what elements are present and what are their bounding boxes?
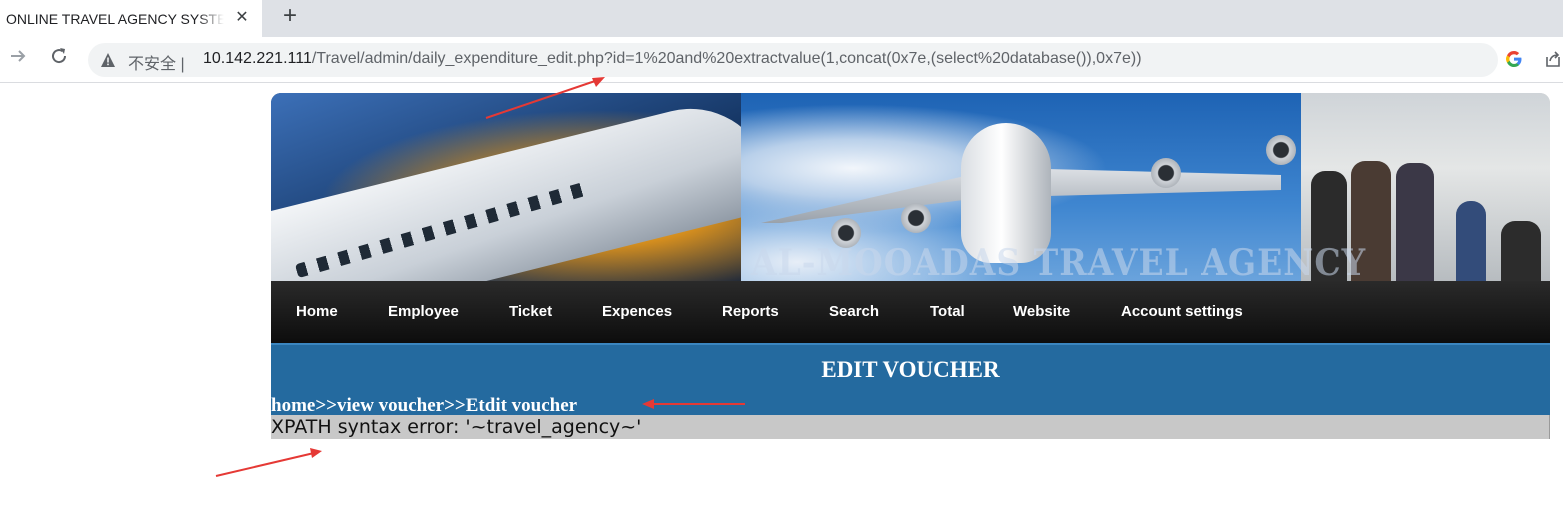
warning-icon[interactable] [100, 52, 116, 68]
nav-search[interactable]: Search [829, 303, 879, 320]
nav-account-settings[interactable]: Account settings [1121, 303, 1243, 320]
url-text[interactable]: 10.142.221.111/Travel/admin/daily_expend… [203, 50, 1142, 68]
heading-band: EDIT VOUCHER home>>view voucher>>Etdit v… [271, 343, 1550, 417]
nav-expences[interactable]: Expences [602, 303, 672, 320]
arrow-right-icon[interactable] [5, 46, 31, 72]
main-nav: Home Employee Ticket Expences Reports Se… [271, 281, 1550, 343]
reload-icon[interactable] [46, 46, 72, 72]
tab-strip: ONLINE TRAVEL AGENCY SYSTEM ✕ + [0, 0, 1563, 37]
share-icon[interactable] [1543, 49, 1563, 69]
close-icon[interactable]: ✕ [232, 8, 252, 28]
browser-tab[interactable]: ONLINE TRAVEL AGENCY SYSTEM ✕ [0, 0, 262, 37]
nav-employee[interactable]: Employee [388, 303, 459, 320]
tab-title: ONLINE TRAVEL AGENCY SYSTEM [6, 10, 224, 27]
address-bar[interactable]: 不安全 | 10.142.221.111/Travel/admin/daily_… [88, 43, 1498, 77]
error-bar: XPATH syntax error: '~travel_agency~' [271, 415, 1550, 439]
security-label[interactable]: 不安全 | [128, 50, 185, 74]
page-title: EDIT VOUCHER [821, 357, 1000, 382]
nav-home[interactable]: Home [296, 303, 338, 320]
nav-ticket[interactable]: Ticket [509, 303, 552, 320]
header-banner-image: AL-MOOADAS TRAVEL AGENCY [271, 93, 1550, 281]
url-path: /Travel/admin/daily_expenditure_edit.php… [311, 50, 1142, 67]
google-icon[interactable] [1505, 50, 1523, 68]
annotation-arrow [215, 448, 322, 477]
error-message: XPATH syntax error: '~travel_agency~' [271, 416, 642, 438]
banner-title-text: AL-MOOADAS TRAVEL AGENCY [751, 241, 1367, 281]
nav-total[interactable]: Total [930, 303, 965, 320]
plus-icon[interactable]: + [278, 4, 302, 28]
breadcrumb[interactable]: home>>view voucher>>Etdit voucher [271, 395, 577, 417]
browser-toolbar: 不安全 | 10.142.221.111/Travel/admin/daily_… [0, 37, 1563, 83]
page-content: AL-MOOADAS TRAVEL AGENCY Home Employee T… [271, 93, 1550, 439]
url-host: 10.142.221.111 [203, 50, 312, 67]
nav-reports[interactable]: Reports [722, 303, 779, 320]
nav-website[interactable]: Website [1013, 303, 1070, 320]
